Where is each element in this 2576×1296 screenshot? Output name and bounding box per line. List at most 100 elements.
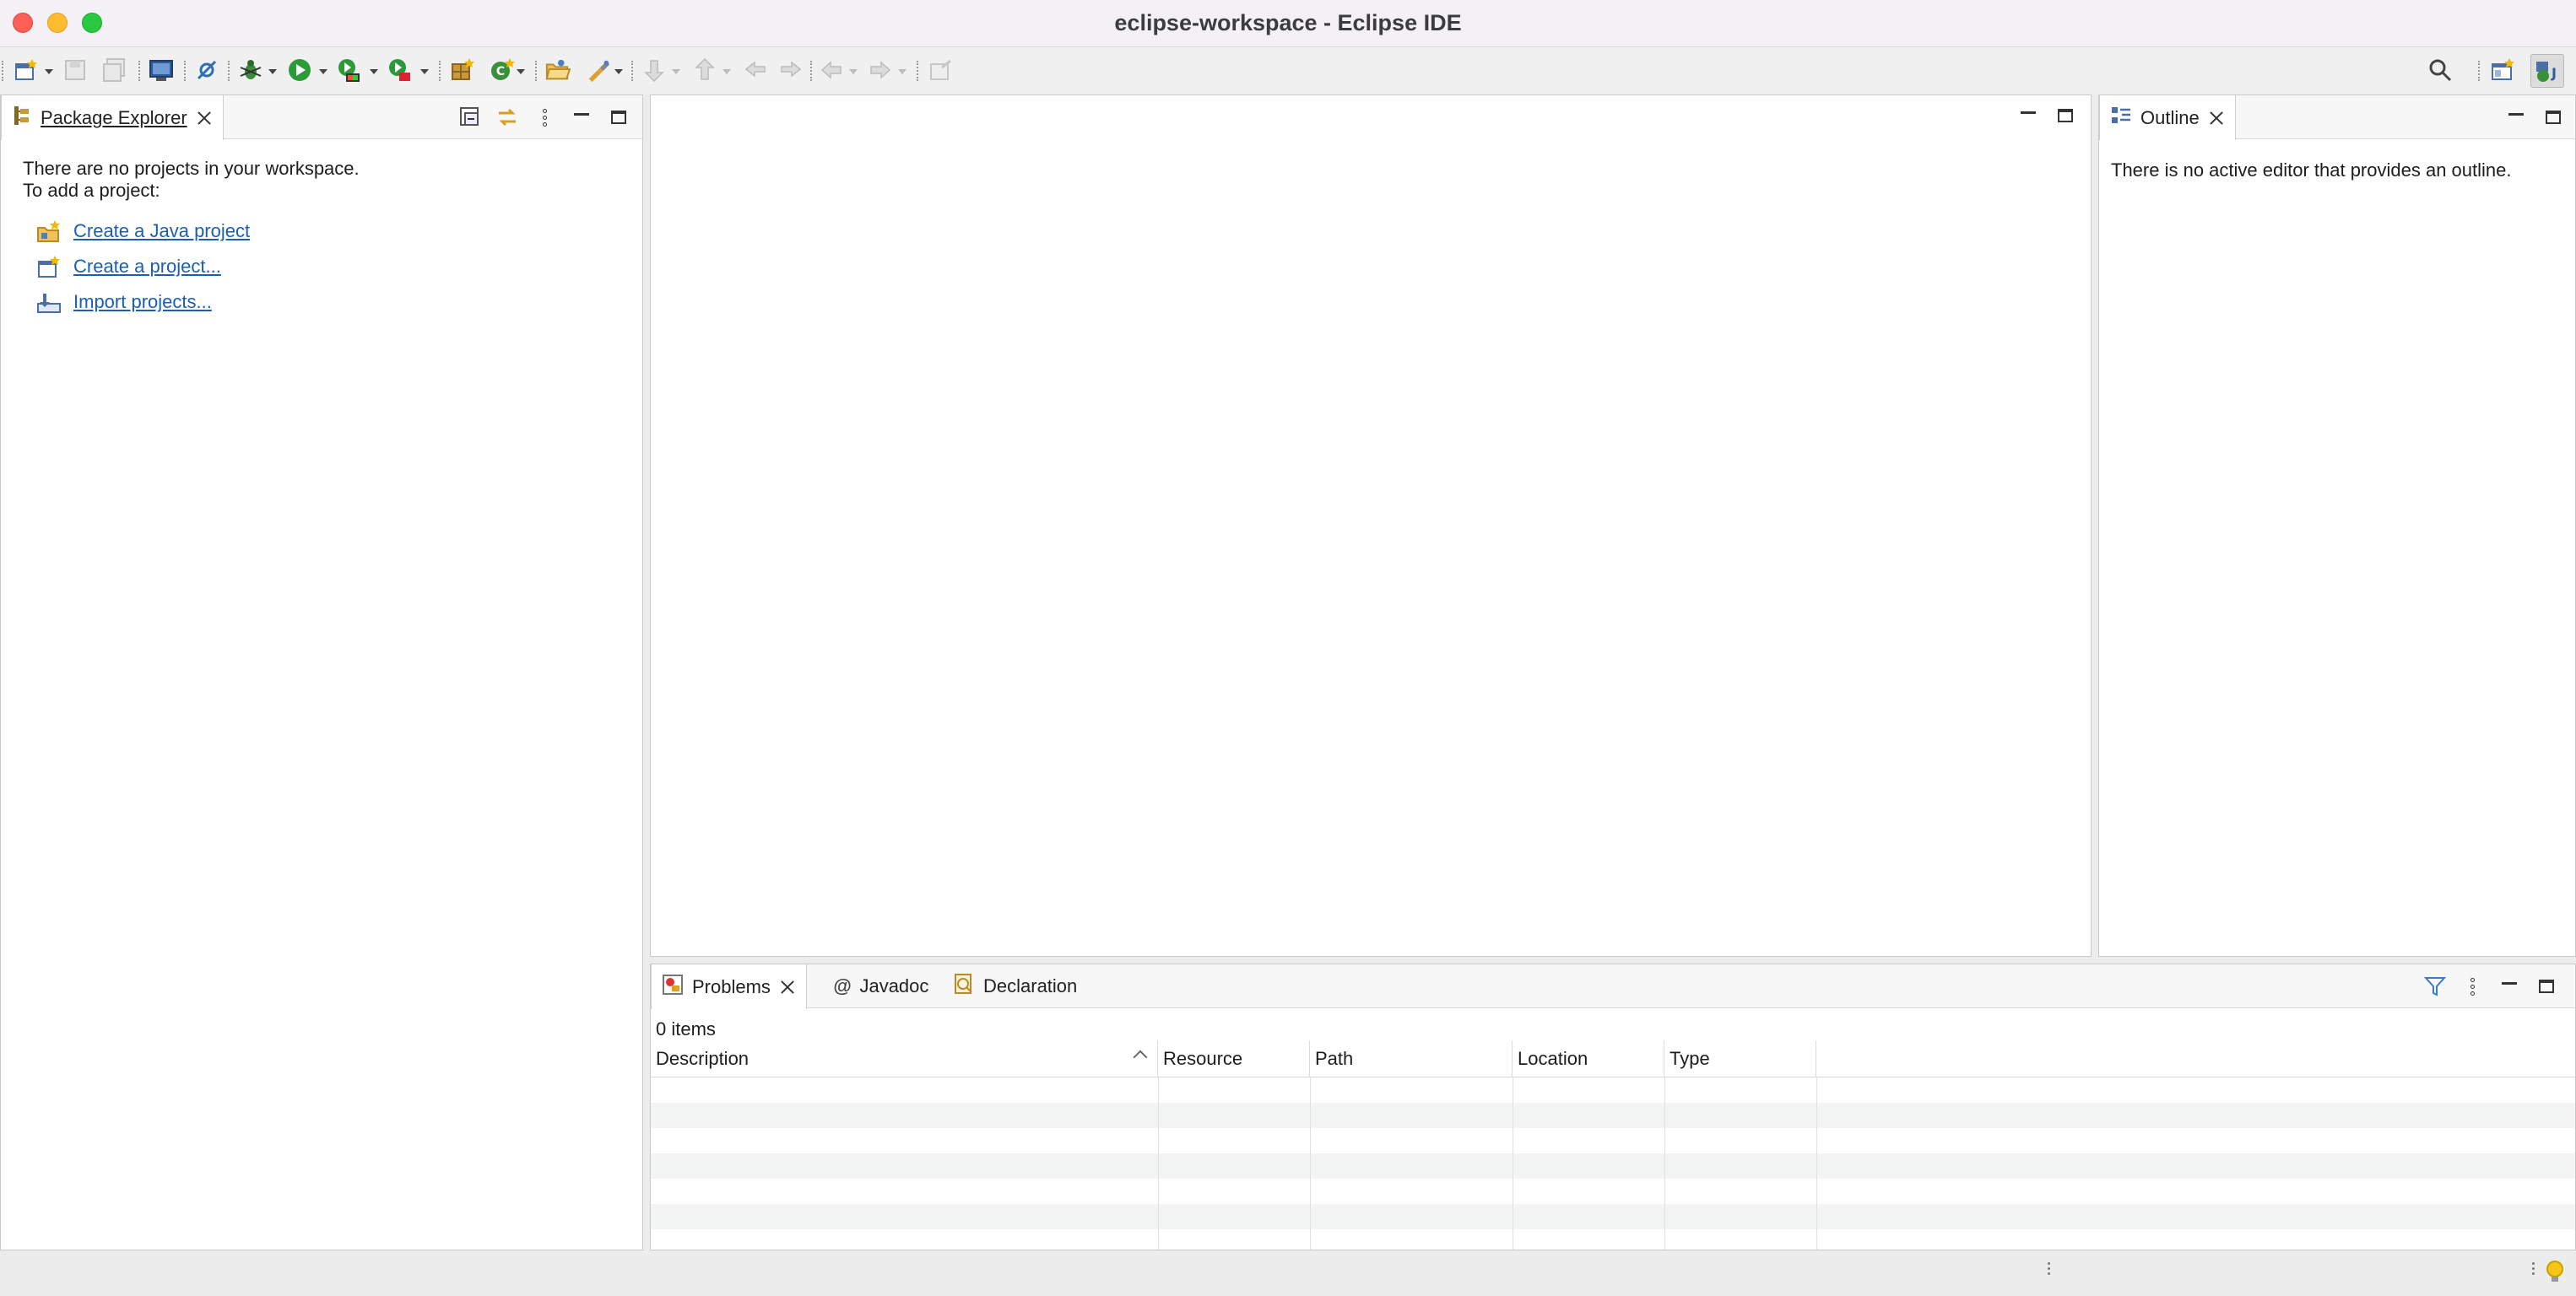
maximize-view-button[interactable]: [2535, 975, 2558, 998]
skip-breakpoints-icon[interactable]: [194, 57, 219, 83]
next-annotation-icon[interactable]: [641, 57, 667, 83]
toolbar-separator: [535, 61, 537, 81]
minimize-view-button[interactable]: [570, 105, 593, 129]
search-tasks-dropdown-icon[interactable]: [614, 69, 623, 74]
create-project-link-row[interactable]: Create a project...: [36, 256, 221, 278]
add-project-message: To add a project:: [23, 180, 160, 201]
new-dropdown-icon[interactable]: [45, 69, 53, 74]
java-perspective-icon[interactable]: J: [2530, 54, 2564, 88]
last-edit-forward-icon[interactable]: [778, 57, 804, 83]
debug-dropdown-icon[interactable]: [268, 69, 277, 74]
status-grip-icon[interactable]: [2532, 1262, 2535, 1275]
close-icon[interactable]: [779, 979, 796, 996]
outline-empty-message: There is no active editor that provides …: [2111, 159, 2512, 181]
minimize-view-button[interactable]: [2504, 105, 2528, 129]
view-menu-icon[interactable]: [533, 105, 556, 129]
create-project-link[interactable]: Create a project...: [73, 256, 221, 278]
import-projects-link[interactable]: Import projects...: [73, 291, 212, 313]
prev-annotation-dropdown-icon[interactable]: [722, 69, 731, 74]
run-external-icon[interactable]: [387, 57, 412, 83]
new-java-package-icon[interactable]: [449, 57, 474, 83]
toolbar-grip[interactable]: [2, 61, 3, 81]
problems-panel: Problems @ Javadoc Declaration 0 items D…: [650, 964, 2576, 1250]
column-header-resource[interactable]: Resource: [1158, 1040, 1310, 1077]
open-perspective-icon[interactable]: [2490, 57, 2515, 83]
tab-outline[interactable]: Outline: [2099, 95, 2236, 140]
svg-text:J: J: [2551, 65, 2557, 81]
toolbar-separator: [228, 61, 230, 81]
link-with-editor-icon[interactable]: [495, 105, 519, 129]
new-project-icon: [36, 256, 62, 278]
column-header-location[interactable]: Location: [1513, 1040, 1664, 1077]
next-annotation-dropdown-icon[interactable]: [672, 69, 680, 74]
outline-panel: Outline There is no active editor that p…: [2098, 94, 2576, 957]
tab-javadoc[interactable]: @ Javadoc: [823, 964, 939, 1008]
tab-declaration[interactable]: Declaration: [943, 964, 1087, 1008]
sort-ascending-icon: [1133, 1050, 1148, 1065]
search-icon[interactable]: [2427, 57, 2453, 83]
prev-annotation-icon[interactable]: [692, 57, 717, 83]
column-header-path[interactable]: Path: [1310, 1040, 1513, 1077]
minimize-view-button[interactable]: [2498, 975, 2521, 998]
back-icon[interactable]: [819, 57, 844, 83]
filter-icon[interactable]: [2423, 975, 2447, 998]
table-row: [651, 1153, 2575, 1179]
table-row: [651, 1204, 2575, 1229]
package-explorer-panel: Package Explorer There are no projects i…: [0, 94, 643, 1250]
save-all-icon[interactable]: [101, 57, 127, 83]
last-edit-icon[interactable]: [743, 57, 768, 83]
toolbar-separator: [917, 61, 918, 81]
maximize-view-button[interactable]: [2541, 105, 2565, 129]
close-icon[interactable]: [2208, 110, 2225, 127]
column-header-description[interactable]: Description: [651, 1040, 1158, 1077]
problems-header: Problems @ Javadoc Declaration: [651, 964, 2575, 1009]
toolbar-separator: [810, 61, 812, 81]
minimize-editor-button[interactable]: [2016, 104, 2040, 127]
back-dropdown-icon[interactable]: [849, 69, 858, 74]
run-external-dropdown-icon[interactable]: [420, 69, 429, 74]
table-row: [651, 1103, 2575, 1128]
status-grip-icon[interactable]: [2048, 1262, 2050, 1275]
run-icon[interactable]: [287, 57, 312, 83]
tab-package-explorer[interactable]: Package Explorer: [1, 95, 224, 140]
create-java-project-link[interactable]: Create a Java project: [73, 220, 250, 242]
new-java-class-dropdown-icon[interactable]: [517, 69, 525, 74]
open-type-icon[interactable]: [545, 57, 571, 83]
outline-icon: [2110, 105, 2132, 132]
maximize-view-button[interactable]: [607, 105, 630, 129]
debug-icon[interactable]: [238, 57, 263, 83]
editor-area[interactable]: [650, 94, 2092, 957]
main-toolbar: C J: [0, 47, 2576, 94]
save-icon[interactable]: [62, 57, 88, 83]
import-projects-link-row[interactable]: Import projects...: [36, 291, 212, 313]
tab-label: Javadoc: [859, 975, 929, 996]
pin-editor-icon[interactable]: [928, 57, 954, 83]
new-java-project-icon: [36, 220, 62, 242]
lightbulb-icon[interactable]: [2544, 1259, 2566, 1291]
terminal-icon[interactable]: [149, 57, 174, 83]
tab-problems[interactable]: Problems: [651, 964, 807, 1009]
table-row: [651, 1128, 2575, 1153]
package-explorer-icon: [12, 105, 32, 132]
no-projects-message: There are no projects in your workspace.: [23, 158, 360, 179]
column-header-type[interactable]: Type: [1664, 1040, 1816, 1077]
new-icon[interactable]: [14, 57, 39, 83]
forward-dropdown-icon[interactable]: [898, 69, 906, 74]
declaration-icon: [953, 973, 975, 1000]
coverage-icon[interactable]: [336, 57, 361, 83]
problems-icon: [662, 974, 684, 1001]
coverage-dropdown-icon[interactable]: [370, 69, 378, 74]
collapse-all-icon[interactable]: [458, 105, 482, 129]
close-icon[interactable]: [196, 110, 213, 127]
column-divider: [1158, 1077, 1159, 1250]
run-dropdown-icon[interactable]: [319, 69, 327, 74]
new-java-class-icon[interactable]: C: [490, 57, 515, 83]
tab-label: Outline: [2140, 106, 2200, 128]
search-tasks-icon[interactable]: [586, 57, 611, 83]
toolbar-separator: [184, 61, 186, 81]
toolbar-separator: [631, 61, 633, 81]
create-java-project-link-row[interactable]: Create a Java project: [36, 220, 250, 242]
view-menu-icon[interactable]: [2460, 975, 2484, 998]
forward-icon[interactable]: [868, 57, 893, 83]
maximize-editor-button[interactable]: [2054, 104, 2077, 127]
